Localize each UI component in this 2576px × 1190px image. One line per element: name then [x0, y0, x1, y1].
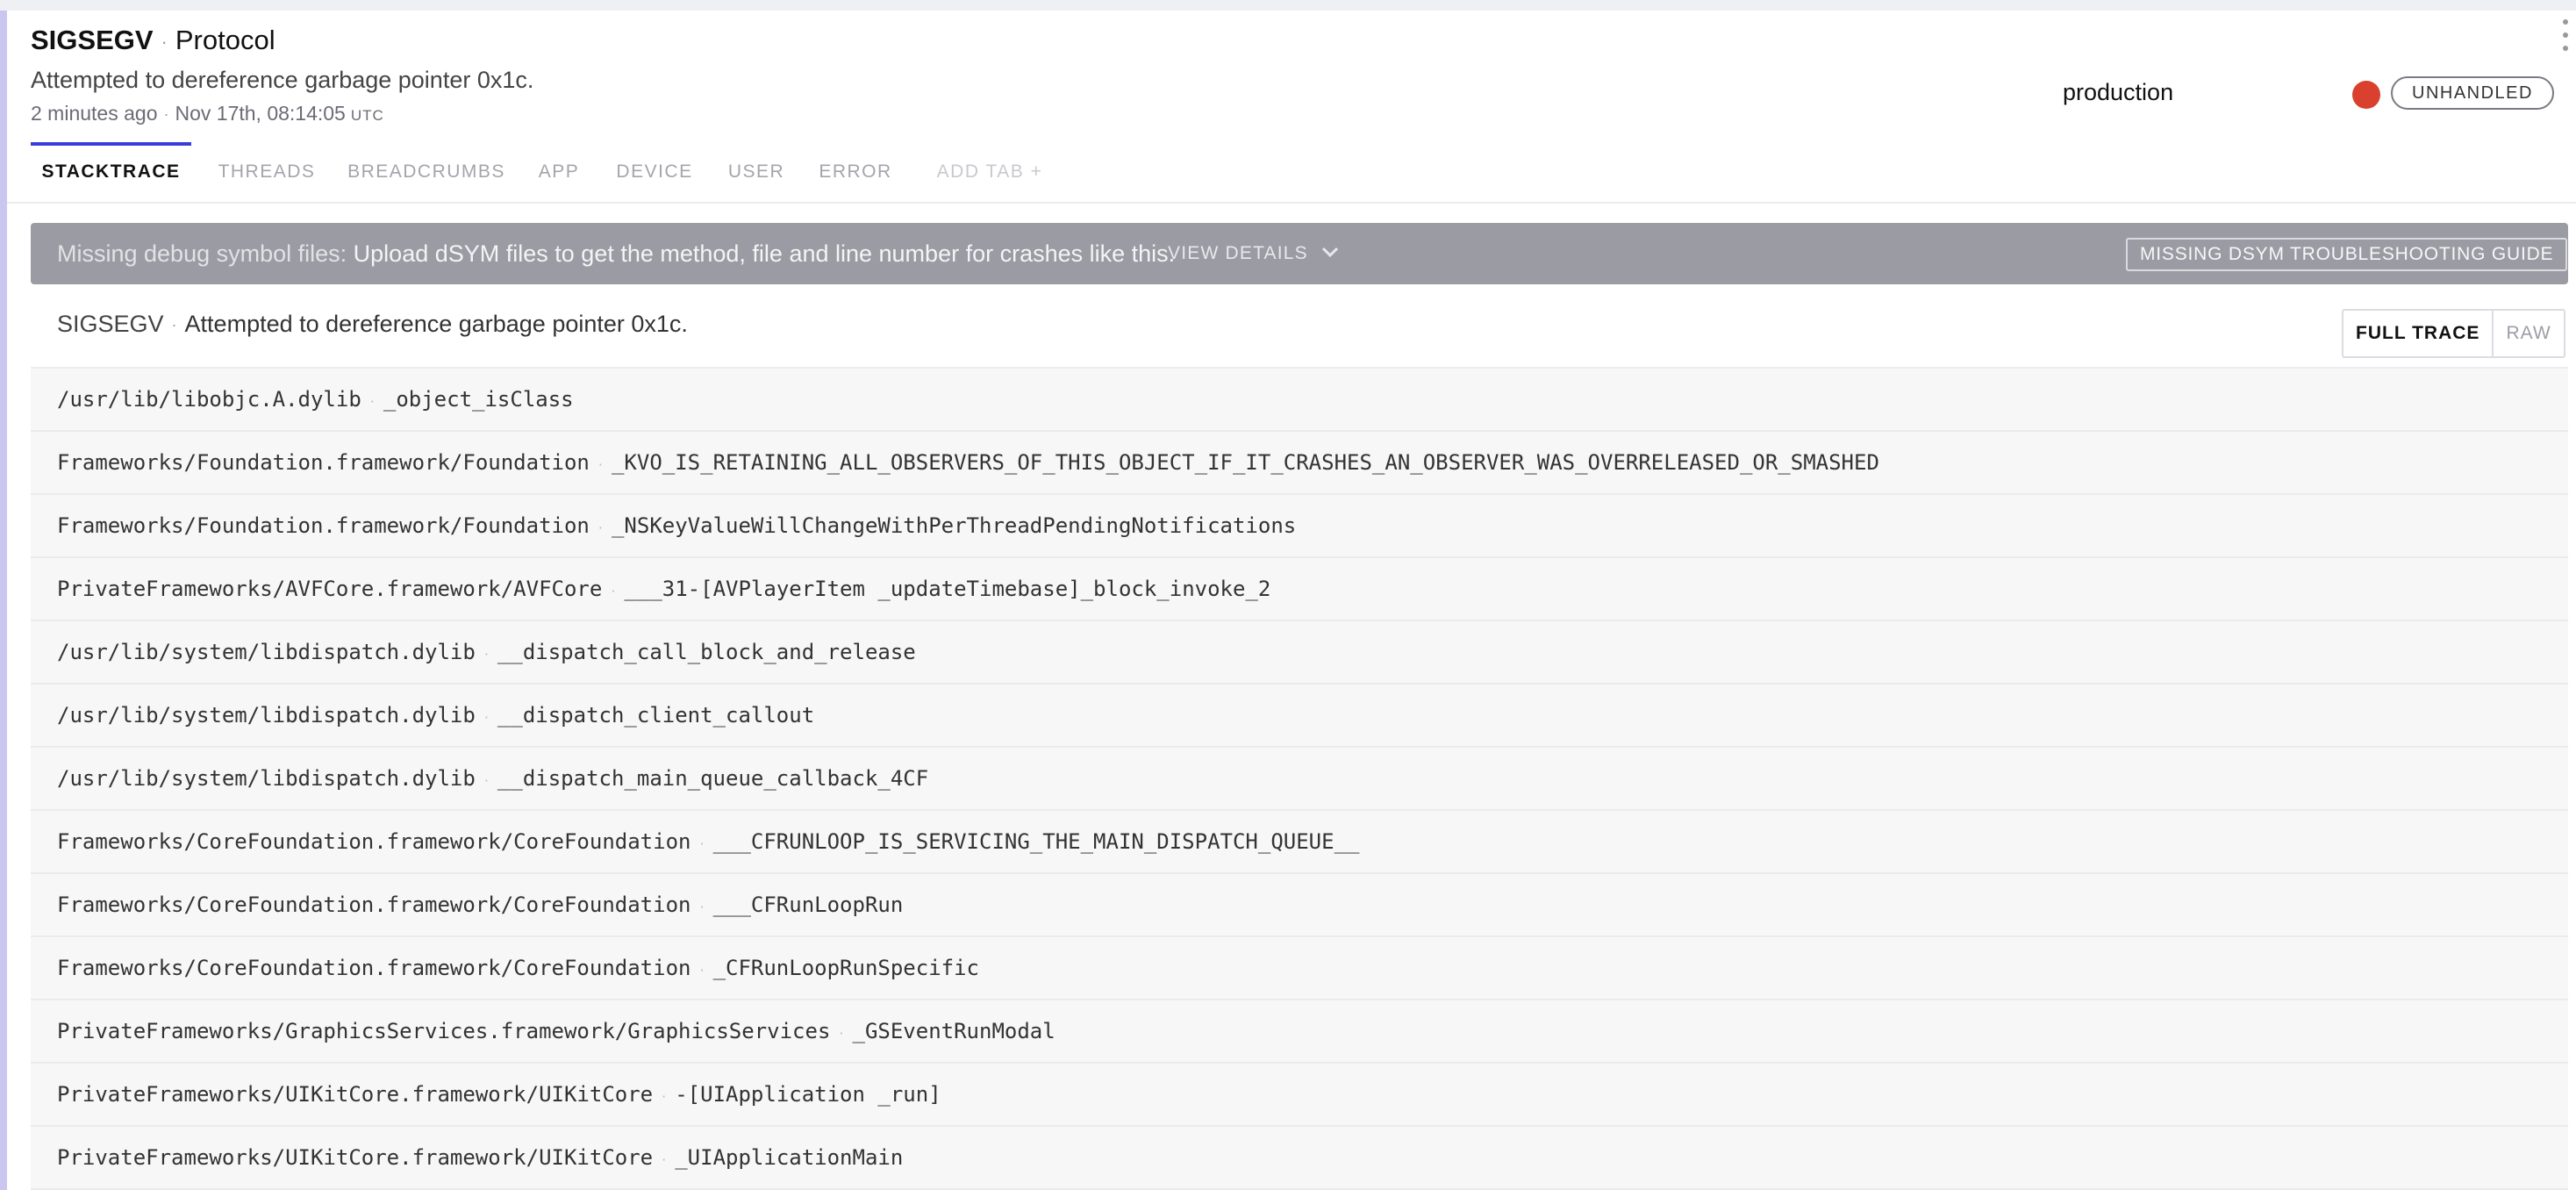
- frame-file: Frameworks/Foundation.framework/Foundati…: [57, 513, 590, 538]
- error-meta: 2 minutes ago · Nov 17th, 08:14:05 UTC: [31, 102, 384, 125]
- meta-separator: ·: [163, 105, 169, 124]
- frame-separator: ·: [483, 709, 489, 726]
- frame-file: PrivateFrameworks/UIKitCore.framework/UI…: [57, 1082, 654, 1107]
- frame-separator: ·: [839, 1025, 844, 1042]
- stack-frame[interactable]: PrivateFrameworks/AVFCore.framework/AVFC…: [31, 558, 2568, 621]
- frame-method: __dispatch_client_callout: [497, 703, 815, 728]
- frame-separator: ·: [611, 583, 616, 599]
- frame-method: ___CFRunLoopRun: [712, 892, 904, 917]
- stack-frames: /usr/lib/libobjc.A.dylib · _object_isClass…: [31, 369, 2568, 1190]
- tab-device[interactable]: DEVICE: [612, 142, 697, 204]
- missing-symbols-banner: Missing debug symbol files: Upload dSYM …: [31, 223, 2568, 284]
- frame-separator: ·: [597, 456, 603, 473]
- stack-frame[interactable]: /usr/lib/libobjc.A.dylib · _object_isClass: [31, 369, 2568, 432]
- stack-frame[interactable]: /usr/lib/system/libdispatch.dylib · __disp…: [31, 748, 2568, 811]
- trace-view-toggle: FULL TRACE RAW: [2342, 309, 2565, 358]
- frame-file: Frameworks/CoreFoundation.framework/Core…: [57, 956, 691, 980]
- frame-file: Frameworks/CoreFoundation.framework/Core…: [57, 829, 691, 854]
- stack-frame[interactable]: PrivateFrameworks/UIKitCore.framework/UI…: [31, 1127, 2568, 1190]
- frame-file: /usr/lib/system/libdispatch.dylib: [57, 640, 476, 664]
- frame-separator: ·: [483, 772, 489, 789]
- stack-frame[interactable]: Frameworks/Foundation.framework/Foundati…: [31, 495, 2568, 558]
- frame-file: PrivateFrameworks/UIKitCore.framework/UI…: [57, 1145, 654, 1170]
- timestamp: Nov 17th, 08:14:05: [175, 102, 346, 125]
- frame-method: __dispatch_main_queue_callback_4CF: [497, 766, 929, 791]
- frame-separator: ·: [699, 899, 705, 915]
- trace-separator: ·: [171, 316, 177, 334]
- kebab-dot: [2563, 32, 2568, 38]
- banner-message: Upload dSYM files to get the method, fil…: [353, 240, 1176, 267]
- trace-error-message: Attempted to dereference garbage pointer…: [184, 311, 688, 337]
- frame-method: _GSEventRunModal: [852, 1019, 1055, 1043]
- view-details-label: VIEW DETAILS: [1168, 243, 1308, 263]
- frame-file: Frameworks/CoreFoundation.framework/Core…: [57, 892, 691, 917]
- chevron-down-icon: [1321, 247, 1338, 258]
- stack-frame[interactable]: Frameworks/Foundation.framework/Foundati…: [31, 432, 2568, 495]
- frame-file: /usr/lib/system/libdispatch.dylib: [57, 766, 476, 791]
- stack-frame[interactable]: Frameworks/CoreFoundation.framework/Core…: [31, 874, 2568, 937]
- frame-file: /usr/lib/system/libdispatch.dylib: [57, 703, 476, 728]
- trace-title: SIGSEGV · Attempted to dereference garbage…: [57, 311, 688, 338]
- frame-separator: ·: [597, 520, 603, 536]
- trace-header: SIGSEGV · Attempted to dereference garbage…: [31, 284, 2568, 369]
- top-strip: [0, 0, 2576, 11]
- relative-time: 2 minutes ago: [31, 102, 158, 125]
- tab-breadcrumbs[interactable]: BREADCRUMBS: [345, 142, 508, 204]
- frame-method: ___CFRUNLOOP_IS_SERVICING_THE_MAIN_DISPA…: [712, 829, 1360, 854]
- banner-text: Missing debug symbol files: Upload dSYM …: [57, 223, 1175, 284]
- stack-frame[interactable]: Frameworks/CoreFoundation.framework/Core…: [31, 937, 2568, 1000]
- frame-file: Frameworks/Foundation.framework/Foundati…: [57, 450, 590, 475]
- frame-method: _object_isClass: [383, 387, 574, 412]
- frame-method: _NSKeyValueWillChangeWithPerThreadPendin…: [611, 513, 1297, 538]
- error-panel: SIGSEGV · Protocol Attempted to dereferenc…: [0, 11, 2576, 1190]
- frame-file: PrivateFrameworks/AVFCore.framework/AVFC…: [57, 577, 603, 601]
- stack-frame[interactable]: /usr/lib/system/libdispatch.dylib · __disp…: [31, 621, 2568, 685]
- stack-frame[interactable]: Frameworks/CoreFoundation.framework/Core…: [31, 811, 2568, 874]
- tab-error[interactable]: ERROR: [816, 142, 895, 204]
- full-trace-button[interactable]: FULL TRACE: [2343, 311, 2494, 356]
- dsym-guide-button[interactable]: MISSING DSYM TROUBLESHOOTING GUIDE: [2126, 238, 2568, 271]
- tab-app[interactable]: APP: [532, 142, 586, 204]
- environment-label: production: [2063, 79, 2174, 105]
- raw-trace-button[interactable]: RAW: [2494, 311, 2563, 356]
- banner-lead: Missing debug symbol files:: [57, 240, 347, 267]
- kebab-dot: [2563, 19, 2568, 25]
- error-message: Attempted to dereference garbage pointer…: [31, 67, 534, 93]
- frame-method: _UIApplicationMain: [675, 1145, 904, 1170]
- frame-separator: ·: [662, 1088, 667, 1105]
- tab-stacktrace[interactable]: STACKTRACE: [31, 142, 191, 204]
- timezone: UTC: [350, 107, 384, 124]
- frame-file: PrivateFrameworks/GraphicsServices.frame…: [57, 1019, 831, 1043]
- frame-file: /usr/lib/libobjc.A.dylib: [57, 387, 361, 412]
- frame-method: _KVO_IS_RETAINING_ALL_OBSERVERS_OF_THIS_…: [611, 450, 1879, 475]
- trace-error-class: SIGSEGV: [57, 311, 164, 337]
- title-separator: ·: [161, 30, 168, 53]
- more-options-icon[interactable]: [2561, 19, 2570, 54]
- frame-separator: ·: [369, 393, 375, 410]
- stack-frame[interactable]: /usr/lib/system/libdispatch.dylib · __disp…: [31, 685, 2568, 748]
- kebab-dot: [2563, 46, 2568, 51]
- handled-state-badge: UNHANDLED: [2391, 76, 2554, 110]
- error-title: SIGSEGV · Protocol: [31, 25, 275, 56]
- frame-method: _CFRunLoopRunSpecific: [712, 956, 979, 980]
- frame-separator: ·: [699, 962, 705, 979]
- add-tab-button[interactable]: ADD TAB +: [924, 142, 1055, 204]
- frame-separator: ·: [483, 646, 489, 663]
- tab-threads[interactable]: THREADS: [214, 142, 319, 204]
- error-class: SIGSEGV: [31, 25, 154, 55]
- frame-method: -[UIApplication _run]: [675, 1082, 941, 1107]
- frame-separator: ·: [699, 835, 705, 852]
- frame-separator: ·: [662, 1151, 667, 1168]
- detail-tabs: STACKTRACE THREADS BREADCRUMBS APP DEVIC…: [7, 142, 2576, 204]
- tab-user[interactable]: USER: [722, 142, 791, 204]
- error-header: SIGSEGV · Protocol Attempted to dereferenc…: [7, 11, 2576, 142]
- stack-frame[interactable]: PrivateFrameworks/UIKitCore.framework/UI…: [31, 1064, 2568, 1127]
- view-details-link[interactable]: VIEW DETAILS: [1168, 223, 1339, 284]
- stack-frame[interactable]: PrivateFrameworks/GraphicsServices.frame…: [31, 1000, 2568, 1064]
- error-context: Protocol: [175, 25, 275, 55]
- severity-indicator: [2352, 81, 2380, 109]
- frame-method: __dispatch_call_block_and_release: [497, 640, 916, 664]
- frame-method: ___31-[AVPlayerItem _updateTimebase]_blo…: [624, 577, 1271, 601]
